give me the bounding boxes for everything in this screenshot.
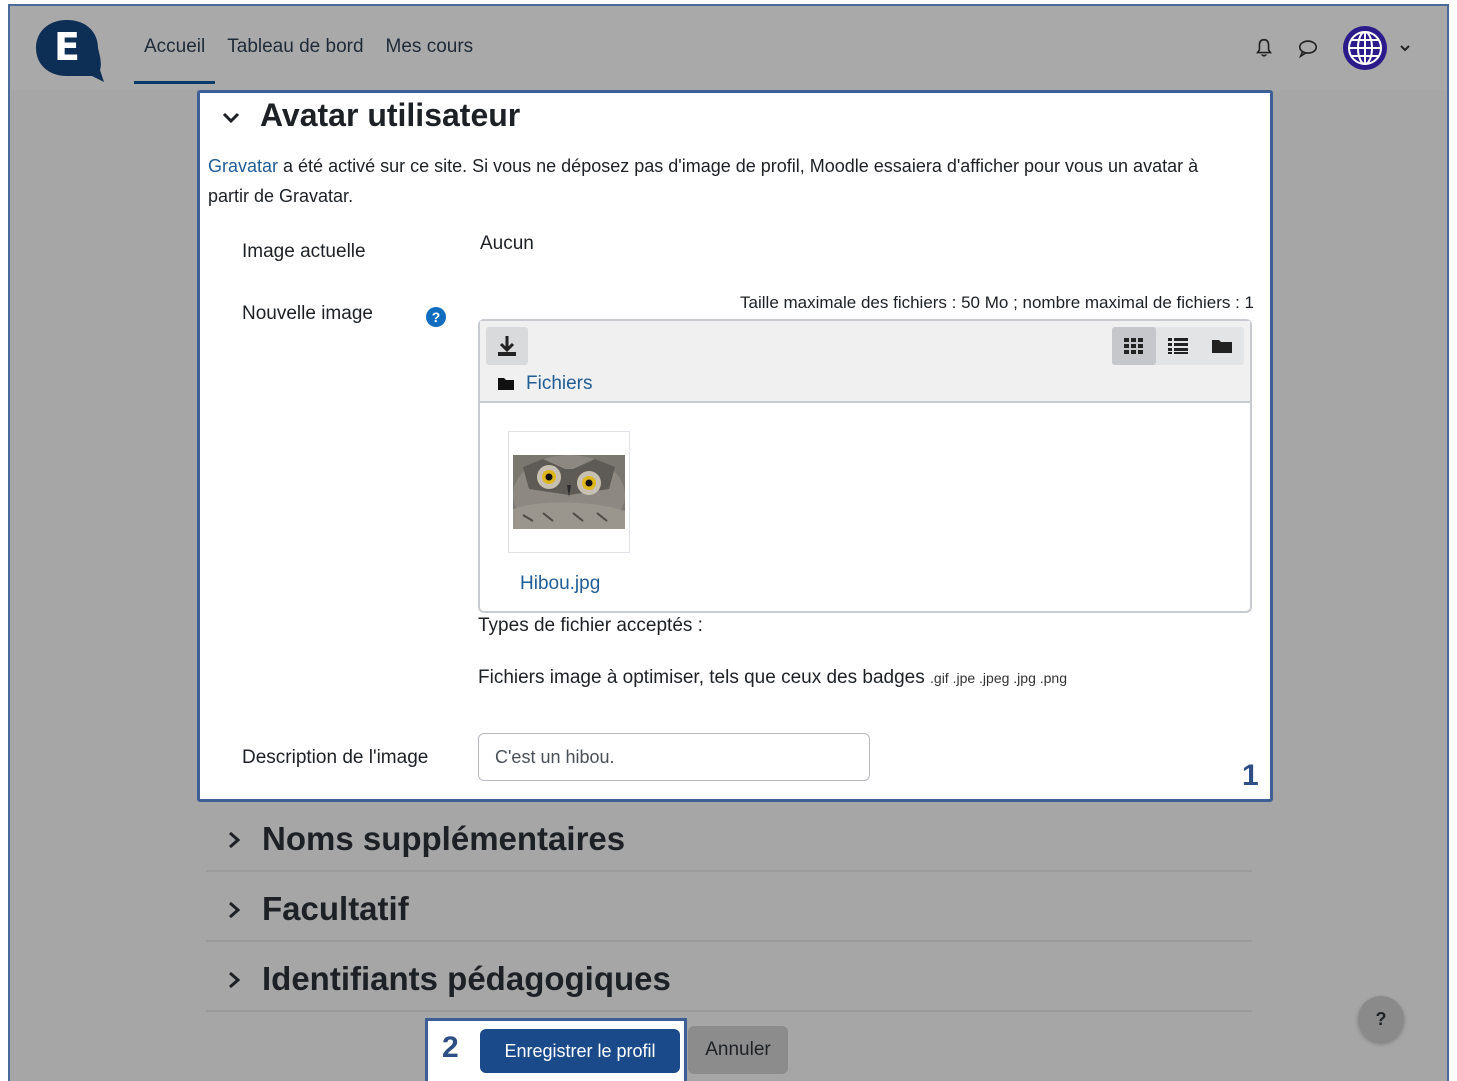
file-thumbnail[interactable] [508, 431, 630, 553]
cancel-button[interactable]: Annuler [688, 1026, 788, 1074]
nav-link-mes-cours[interactable]: Mes cours [386, 36, 474, 84]
site-logo[interactable]: E [30, 16, 104, 82]
help-icon[interactable]: ? [426, 307, 446, 327]
chevron-right-icon [229, 831, 241, 849]
view-tree-button[interactable] [1200, 327, 1244, 365]
owl-image-icon [513, 455, 625, 529]
path-folder-label[interactable]: Fichiers [526, 373, 593, 395]
file-picker-path[interactable]: Fichiers [498, 373, 593, 395]
step-marker-1: 1 [1242, 759, 1259, 792]
help-button[interactable]: ? [1358, 996, 1404, 1042]
current-image-value: Aucun [480, 233, 534, 254]
page-frame: E Accueil Tableau de bord Mes cours Avat… [8, 4, 1449, 1081]
section-identifiants-pedagogiques[interactable]: Identifiants pédagogiques [206, 950, 1252, 1012]
folder-icon [498, 378, 514, 390]
section-title-avatar[interactable]: Avatar utilisateur [260, 97, 520, 134]
nav-link-tableau-de-bord[interactable]: Tableau de bord [227, 36, 363, 84]
image-description-input[interactable] [478, 733, 870, 781]
nav-link-accueil[interactable]: Accueil [133, 36, 216, 84]
globe-avatar-icon[interactable] [1341, 24, 1389, 72]
save-profile-button[interactable]: Enregistrer le profil [480, 1029, 680, 1073]
chevron-down-icon[interactable] [1399, 42, 1411, 54]
chevron-down-icon[interactable] [220, 107, 242, 129]
gravatar-intro-text: a été activé sur ce site. Si vous ne dép… [208, 156, 1199, 206]
accepted-types-list: Fichiers image à optimiser, tels que ceu… [478, 667, 1067, 689]
chat-icon[interactable] [1297, 37, 1319, 59]
accepted-types-title: Types de fichier acceptés : [478, 615, 703, 636]
file-limits-text: Taille maximale des fichiers : 50 Mo ; n… [740, 293, 1254, 312]
file-name-link[interactable]: Hibou.jpg [520, 573, 600, 595]
grid-icon [1124, 338, 1143, 354]
download-button[interactable] [486, 327, 528, 365]
current-image-label: Image actuelle [242, 241, 366, 262]
view-list-button[interactable] [1156, 327, 1200, 365]
avatar-section-panel: Avatar utilisateur Gravatar a été activé… [197, 90, 1273, 802]
chevron-right-icon [229, 971, 241, 989]
view-switcher [1112, 327, 1244, 365]
step-marker-2: 2 [442, 1031, 459, 1064]
gravatar-link[interactable]: Gravatar [208, 156, 278, 176]
logo-letter: E [54, 25, 80, 69]
save-highlight-box: 2 Enregistrer le profil [425, 1018, 687, 1081]
list-icon [1168, 338, 1188, 354]
section-facultatif[interactable]: Facultatif [206, 880, 1252, 942]
accepted-types-desc: Fichiers image à optimiser, tels que ceu… [478, 667, 925, 688]
top-navbar: E Accueil Tableau de bord Mes cours [10, 6, 1447, 90]
section-title[interactable]: Identifiants pédagogiques [262, 960, 671, 998]
section-noms-supplementaires[interactable]: Noms supplémentaires [206, 810, 1252, 872]
file-picker[interactable]: Fichiers Hibou.jpg [478, 319, 1252, 613]
image-description-label: Description de l'image [242, 747, 429, 768]
gravatar-intro: Gravatar a été activé sur ce site. Si vo… [208, 151, 1228, 211]
accepted-types-extensions: .gif .jpe .jpeg .jpg .png [930, 670, 1068, 686]
new-image-label: Nouvelle image [242, 303, 373, 324]
file-picker-toolbar: Fichiers [480, 321, 1250, 403]
download-icon [498, 336, 516, 356]
navbar-icons [1253, 24, 1411, 72]
view-grid-button[interactable] [1112, 327, 1156, 365]
primary-nav: Accueil Tableau de bord Mes cours [133, 36, 474, 84]
bell-icon[interactable] [1253, 37, 1275, 59]
folder-icon [1212, 340, 1232, 353]
chevron-right-icon [229, 901, 241, 919]
section-title[interactable]: Facultatif [262, 890, 409, 928]
section-title[interactable]: Noms supplémentaires [262, 820, 625, 858]
